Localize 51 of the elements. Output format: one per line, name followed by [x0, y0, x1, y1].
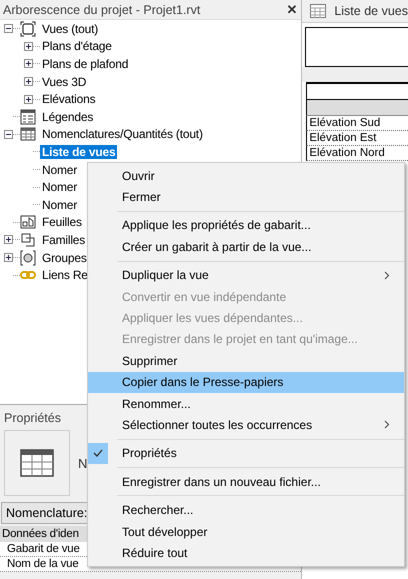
collapse-icon[interactable]: [4, 130, 13, 139]
tree-item[interactable]: Vues (tout): [40, 22, 100, 36]
tree-item[interactable]: Plans de plafond: [40, 56, 130, 71]
menu-item[interactable]: Dupliquer la vue: [88, 264, 404, 286]
menu-item[interactable]: Tout développer: [88, 520, 404, 542]
tree-item[interactable]: Vues 3D: [40, 74, 88, 89]
menu-item[interactable]: Renommer...: [88, 392, 404, 414]
expand-icon[interactable]: [24, 42, 33, 51]
table-cell: Elévation Sud: [306, 116, 408, 131]
table-icon: [310, 4, 326, 18]
group-icon: [20, 250, 36, 266]
table-cell: Elévation Nord: [306, 146, 408, 161]
close-button[interactable]: ✕: [286, 2, 298, 17]
tree-item[interactable]: Nomenclatures/Quantités (tout): [40, 127, 205, 142]
expand-icon[interactable]: [4, 253, 13, 262]
table-icon: [20, 449, 54, 477]
tree-item[interactable]: Feuilles: [40, 215, 84, 230]
menu-item[interactable]: Fermer: [88, 186, 404, 208]
table-cell: Elévation Est: [306, 131, 408, 146]
collapse-icon[interactable]: [4, 24, 13, 34]
menu-item[interactable]: Copier dans le Presse-papiers: [88, 372, 404, 393]
menu-item[interactable]: Enregistrer dans un nouveau fichier...: [88, 471, 404, 492]
view-frame-icon: [20, 20, 36, 37]
legend-icon: [20, 108, 36, 125]
expand-icon[interactable]: [4, 235, 13, 244]
expand-icon[interactable]: [24, 59, 33, 68]
expand-icon[interactable]: [24, 77, 33, 86]
menu-item[interactable]: Rechercher...: [88, 499, 404, 521]
tree-item[interactable]: Plans d'étage: [40, 39, 114, 54]
tree-item[interactable]: Groupes: [40, 250, 89, 265]
tree-item[interactable]: Liens Re: [40, 268, 90, 282]
panel-title: Arborescence du projet - Projet1.rvt: [3, 2, 200, 16]
menu-item[interactable]: Applique les propriétés de gabarit...: [88, 214, 404, 236]
menu-item[interactable]: Sélectionner toutes les occurrences: [88, 414, 404, 436]
tree-item[interactable]: Nomer: [40, 180, 80, 194]
expand-icon[interactable]: [24, 94, 33, 104]
tree-item[interactable]: Nomer: [40, 162, 80, 177]
tree-item[interactable]: Nomer: [40, 198, 80, 212]
tree-item[interactable]: Familles: [40, 232, 88, 247]
tree-item[interactable]: Liste de vues: [40, 144, 118, 159]
menu-item[interactable]: Propriétés: [88, 442, 404, 464]
tree-item[interactable]: Légendes: [40, 110, 96, 124]
menu-item[interactable]: Ouvrir: [88, 165, 404, 186]
tree-item[interactable]: Elévations: [40, 92, 98, 106]
table-icon: [20, 126, 36, 142]
sheet-icon: [20, 214, 36, 230]
menu-item[interactable]: Supprimer: [88, 350, 404, 372]
panel-title: Propriétés: [4, 411, 61, 425]
family-icon: [20, 232, 36, 248]
menu-item[interactable]: Créer un gabarit à partir de la vue...: [88, 236, 404, 258]
type-name: N: [78, 456, 88, 470]
